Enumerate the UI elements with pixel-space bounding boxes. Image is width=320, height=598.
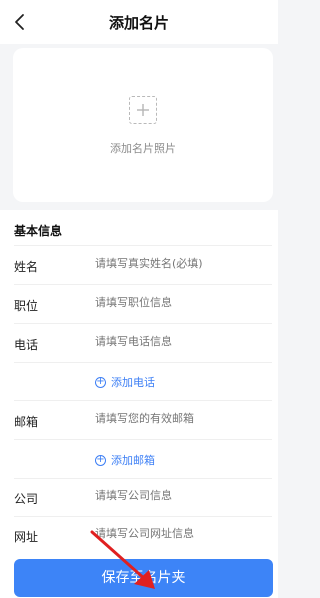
add-photo-button[interactable] [129, 96, 157, 124]
company-field[interactable] [95, 489, 265, 502]
add-email-label: 添加邮箱 [111, 454, 155, 467]
section-title: 基本信息 [14, 224, 63, 238]
phone-label: 电话 [14, 338, 39, 352]
add-circle-icon: + [95, 376, 106, 388]
basic-info-form: 基本信息 姓名 职位 电话 + 添加电话 邮箱 + 添加邮箱 公司 网址 [0, 210, 278, 598]
email-label: 邮箱 [14, 415, 39, 429]
add-card-photo-area[interactable]: 添加名片照片 [13, 48, 273, 202]
divider [14, 400, 272, 401]
divider [14, 362, 272, 363]
position-label: 职位 [14, 299, 39, 313]
add-photo-caption: 添加名片照片 [110, 142, 176, 155]
add-phone-button[interactable]: + 添加电话 [95, 374, 155, 390]
divider [14, 245, 272, 246]
name-label: 姓名 [14, 260, 39, 274]
phone-field[interactable] [95, 335, 265, 348]
divider [14, 478, 272, 479]
plus-icon [137, 104, 149, 116]
divider [14, 323, 272, 324]
position-field[interactable] [95, 296, 265, 309]
divider [14, 439, 272, 440]
add-circle-icon: + [95, 454, 106, 466]
website-label: 网址 [14, 530, 39, 544]
nav-bar: 添加名片 [0, 0, 278, 44]
save-button[interactable]: 保存至名片夹 [14, 559, 273, 597]
divider [14, 516, 272, 517]
website-field[interactable] [95, 527, 265, 540]
divider [14, 284, 272, 285]
email-field[interactable] [95, 412, 265, 425]
name-field[interactable] [95, 257, 265, 270]
page-title: 添加名片 [108, 14, 169, 32]
company-label: 公司 [14, 492, 39, 506]
add-email-button[interactable]: + 添加邮箱 [95, 452, 155, 468]
add-phone-label: 添加电话 [111, 376, 155, 389]
